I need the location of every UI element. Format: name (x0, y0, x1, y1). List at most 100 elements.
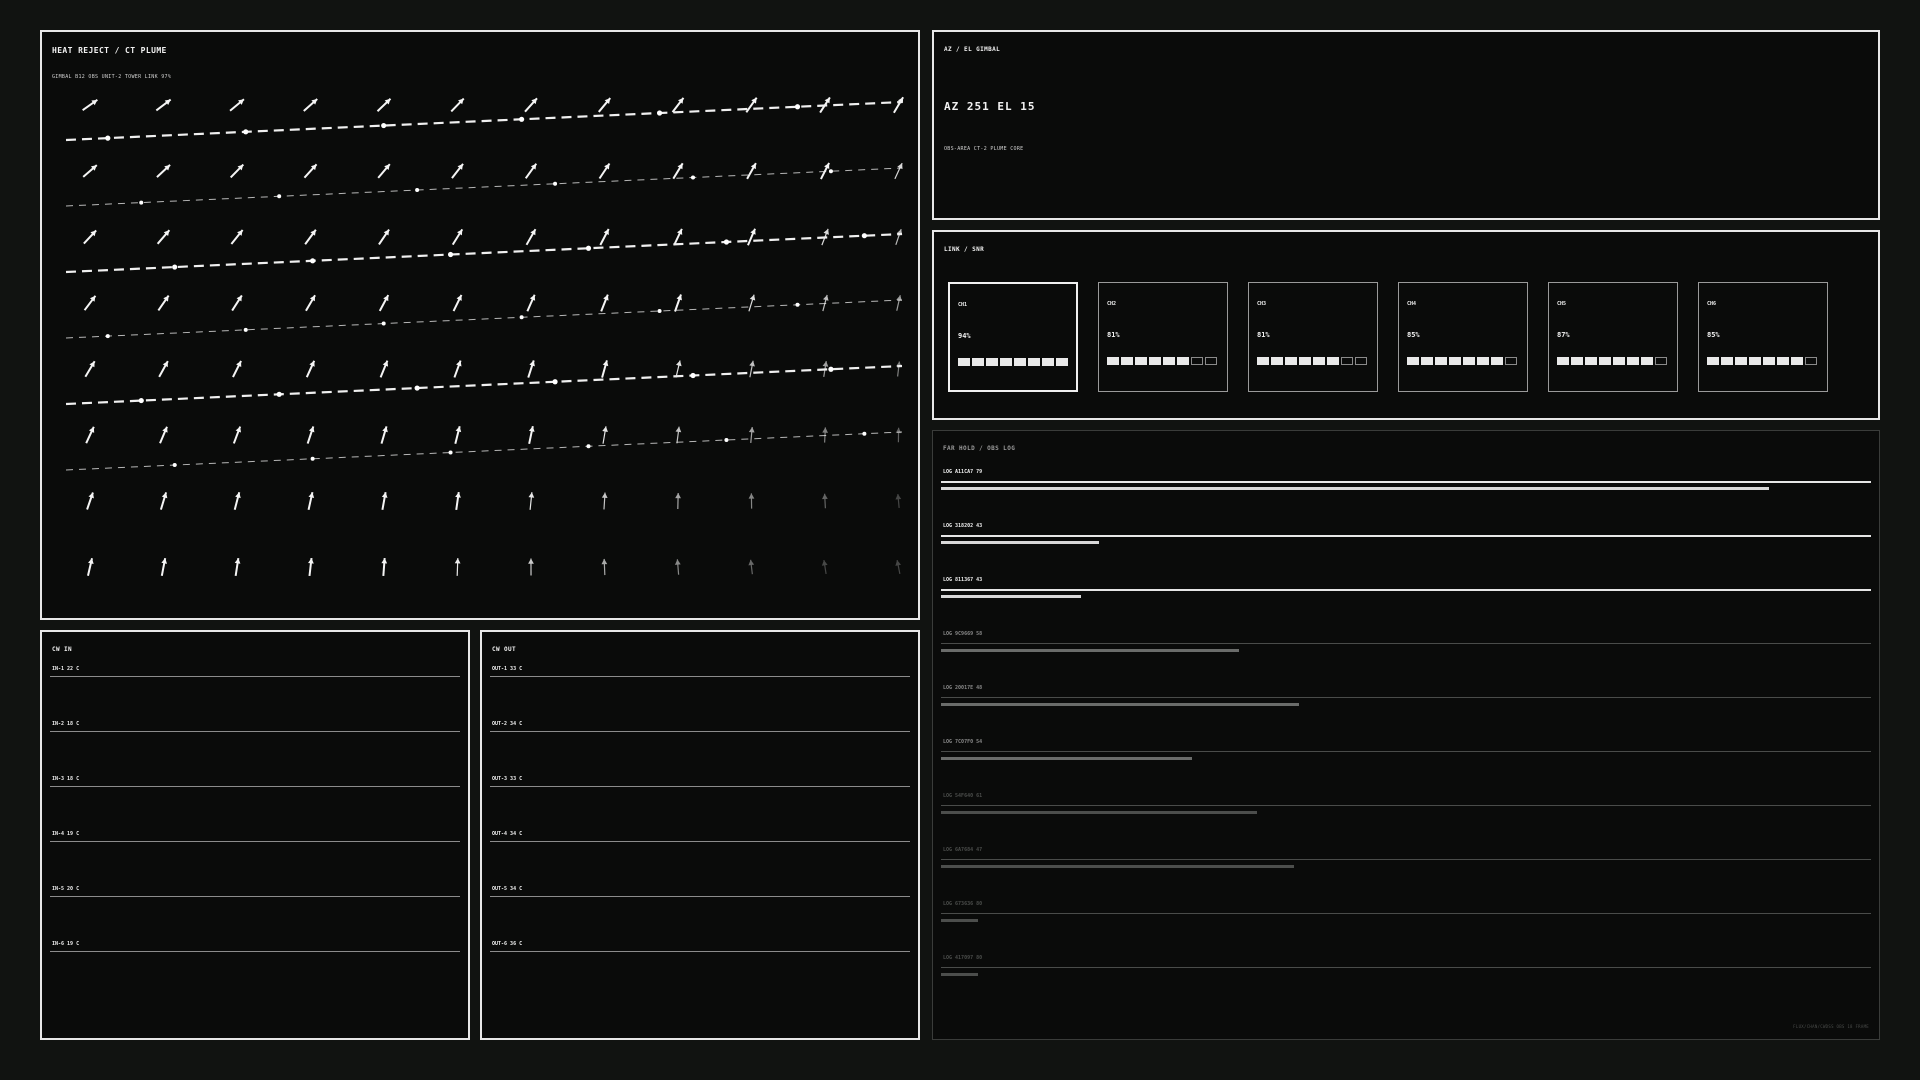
snr-meter-segment (1191, 357, 1203, 365)
temperature-label: IN-5 20 C (52, 886, 80, 892)
flow-arrow-icon (84, 360, 96, 378)
log-entry[interactable]: LOG 318202 43 (941, 523, 1871, 577)
log-entry-label: LOG 9C9669 58 (943, 631, 983, 637)
flow-arrow-icon (451, 228, 464, 246)
temperature-row: IN-4 19 C (50, 831, 460, 886)
flow-arrow-icon (305, 360, 316, 378)
streamline-node (172, 463, 177, 468)
flow-arrow-icon (748, 426, 755, 444)
link-channel-card[interactable]: CH6 85% (1698, 282, 1828, 392)
link-channel-card[interactable]: CH5 87% (1548, 282, 1678, 392)
temperature-row: OUT-2 34 C (490, 721, 910, 776)
flow-arrow-icon (675, 492, 681, 510)
snr-meter (1557, 357, 1667, 365)
log-entry[interactable]: LOG A11CA7 79 (941, 469, 1871, 523)
flow-arrow-icon (894, 162, 903, 180)
cw-out-title: CW OUT (492, 646, 517, 653)
log-entry-level-bar (941, 865, 1295, 868)
flow-arrow-icon (82, 164, 98, 178)
snr-meter-segment (1749, 357, 1761, 365)
plume-field (65, 96, 904, 577)
plume-streamline (65, 232, 903, 274)
log-entry[interactable]: LOG 811367 43 (941, 577, 1871, 631)
snr-meter-segment (1042, 358, 1054, 366)
channel-snr-value: 85% (1407, 331, 1420, 339)
flow-arrow-icon (83, 229, 97, 245)
log-entry[interactable]: LOG 20017E 48 (941, 685, 1871, 739)
flow-arrow-icon (748, 559, 755, 575)
snr-meter (958, 358, 1068, 366)
log-entry-rule (941, 913, 1871, 914)
link-channel-card[interactable]: CH3 81% (1248, 282, 1378, 392)
flow-arrow-icon (450, 97, 465, 113)
snr-meter-segment (958, 358, 970, 366)
log-entry[interactable]: LOG 673636 80 (941, 901, 1871, 955)
log-title: FAR HOLD / OBS LOG (943, 445, 1016, 452)
flow-arrow-icon (232, 426, 242, 444)
flow-arrow-icon (745, 97, 758, 113)
row-divider (490, 786, 910, 787)
snr-meter-segment (1449, 357, 1461, 365)
temperature-row: IN-1 22 C (50, 666, 460, 721)
streamline-node (794, 104, 801, 110)
plume-title: HEAT REJECT / CT PLUME (52, 46, 167, 55)
log-entry[interactable]: LOG 7C07F0 54 (941, 739, 1871, 793)
row-divider (50, 731, 460, 732)
link-channel-card[interactable]: CH4 85% (1398, 282, 1528, 392)
flow-arrow-icon (525, 228, 537, 246)
flow-arrow-icon (749, 360, 755, 378)
flow-arrow-icon (304, 229, 317, 245)
log-entry-rule (941, 697, 1871, 698)
temperature-label: OUT-4 34 C (492, 831, 523, 837)
flow-arrow-icon (83, 295, 97, 311)
streamline-node (828, 169, 833, 174)
flow-arrow-icon (159, 426, 168, 444)
flow-arrow-icon (821, 559, 828, 575)
log-entry[interactable]: LOG 417097 80 (941, 955, 1871, 1009)
temperature-label: IN-3 18 C (52, 776, 80, 782)
snr-meter-segment (1421, 357, 1433, 365)
snr-meter (1707, 357, 1817, 365)
snr-meter (1107, 357, 1217, 365)
snr-meter (1407, 357, 1517, 365)
flow-arrow-icon (895, 493, 902, 509)
link-channel-card[interactable]: CH1 94% (948, 282, 1078, 392)
plume-streamline (65, 431, 903, 471)
temperature-row: IN-6 19 C (50, 941, 460, 996)
streamline-node (310, 456, 315, 461)
flow-arrow-icon (672, 162, 684, 180)
flow-arrow-icon (230, 229, 244, 245)
snr-meter-segment (1777, 357, 1789, 365)
plume-streamline (65, 167, 903, 207)
log-entry[interactable]: LOG 9C9669 58 (941, 631, 1871, 685)
log-entry-rule (941, 751, 1871, 752)
temperature-row: OUT-1 33 C (490, 666, 910, 721)
streamline-node (862, 431, 867, 436)
log-entry[interactable]: LOG 54F640 61 (941, 793, 1871, 847)
snr-meter-segment (1627, 357, 1639, 365)
flow-arrow-icon (895, 560, 901, 574)
snr-meter-segment (1435, 357, 1447, 365)
obs-area-label: OBS-AREA CT-2 PLUME CORE (944, 146, 1024, 152)
plume-streamline (65, 299, 903, 339)
channel-name: CH3 (1257, 301, 1267, 307)
flow-arrow-icon (601, 492, 608, 510)
snr-meter-segment (1707, 357, 1719, 365)
link-channel-card[interactable]: CH2 81% (1098, 282, 1228, 392)
plume-subtitle: GIMBAL B12 OBS UNIT-2 TOWER LINK 97% (52, 74, 172, 80)
log-entry[interactable]: LOG 6A7684 47 (941, 847, 1871, 901)
streamline-node (414, 385, 420, 391)
temperature-row: IN-3 18 C (50, 776, 460, 831)
link-title: LINK / SNR (944, 246, 985, 253)
streamline-node (172, 264, 178, 270)
row-divider (50, 786, 460, 787)
flow-arrow-icon (232, 360, 242, 378)
snr-meter-segment (1557, 357, 1569, 365)
snr-meter-segment (1585, 357, 1597, 365)
snr-meter-segment (1177, 357, 1189, 365)
flow-arrow-icon (524, 97, 538, 113)
flow-arrow-icon (82, 99, 98, 111)
channel-name: CH4 (1407, 301, 1417, 307)
log-entry-label: LOG 6A7684 47 (943, 847, 983, 853)
channel-snr-value: 94% (958, 332, 971, 340)
